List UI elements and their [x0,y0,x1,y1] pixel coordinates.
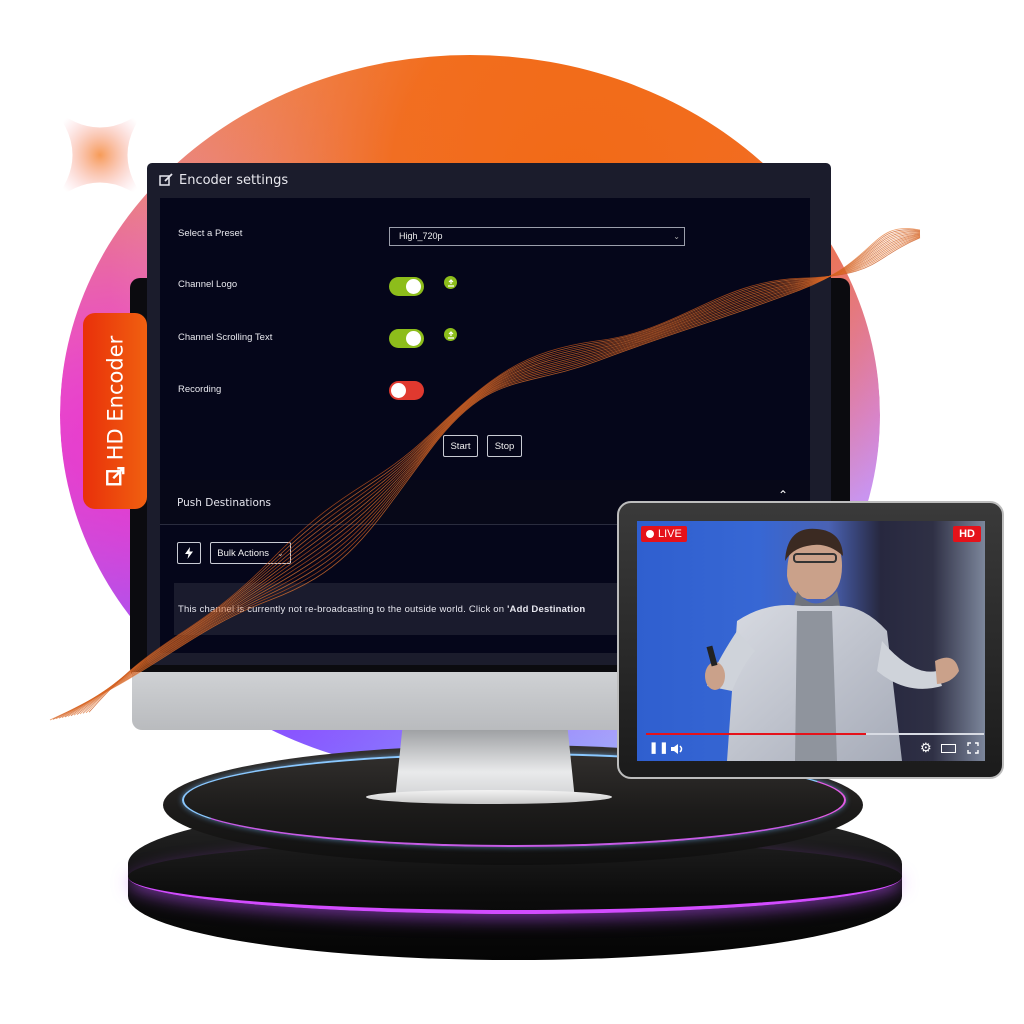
window-header: Encoder settings [147,163,831,197]
record-dot-icon [646,530,654,538]
sparkle-icon [50,105,150,205]
external-edit-icon [105,467,125,486]
fullscreen-icon[interactable] [967,742,979,754]
volume-icon[interactable] [670,743,684,755]
hd-encoder-badge: HD Encoder [83,313,147,509]
video-progress-fill [646,733,866,735]
settings-icon[interactable]: ⚙ [920,740,932,756]
window-title: Encoder settings [179,172,289,188]
edit-icon [159,173,173,186]
live-label: LIVE [658,528,682,540]
video-player[interactable]: LIVE HD ❚❚ ⚙ [637,521,985,761]
monitor-stand-foot [366,790,612,804]
hd-encoder-label: HD Encoder [103,335,127,461]
live-badge: LIVE [641,526,687,542]
hd-quality-badge: HD [953,526,981,542]
video-progress-bar[interactable] [646,733,984,735]
theater-mode-icon[interactable] [941,744,956,753]
tablet-device: LIVE HD ❚❚ ⚙ [617,501,1004,779]
pause-icon[interactable]: ❚❚ [649,741,669,754]
presenter-video-frame [705,528,959,761]
